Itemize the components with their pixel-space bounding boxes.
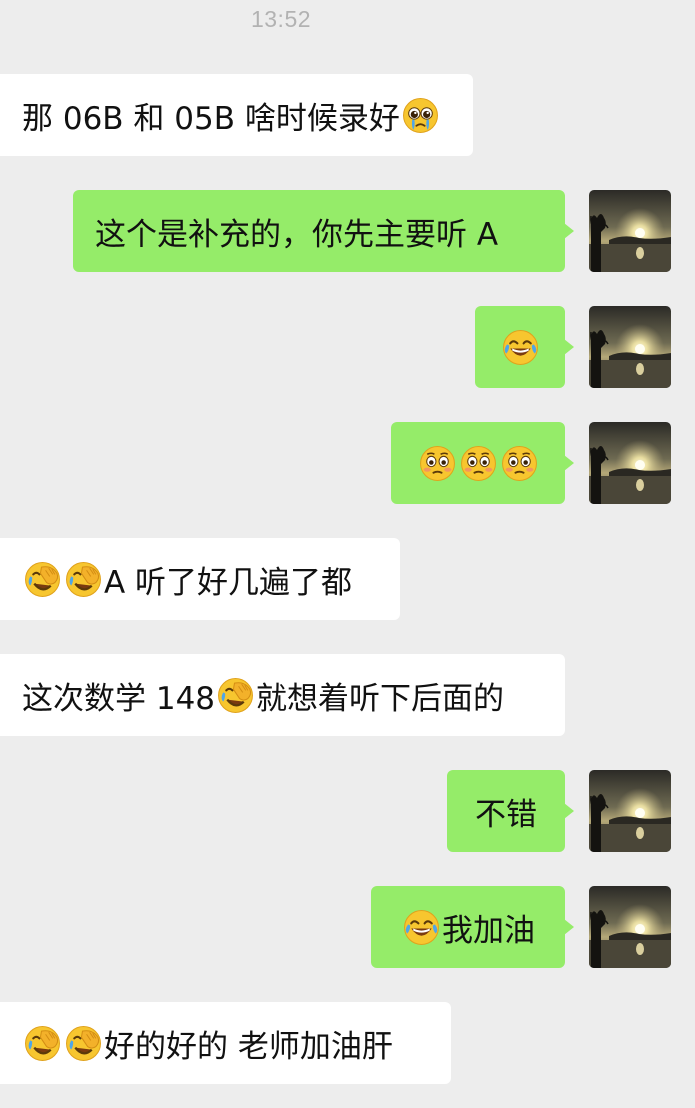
message-text: 这次数学 148 bbox=[22, 680, 216, 717]
facepalm-emoji-icon bbox=[24, 1025, 61, 1062]
message-text: 我加油 bbox=[442, 912, 535, 949]
flushed-emoji-icon bbox=[501, 445, 538, 482]
message-bubble-sent[interactable] bbox=[391, 422, 574, 504]
message-bubble-received[interactable]: 那 06B 和 05B 啥时候录好 bbox=[0, 74, 473, 156]
message-text: 那 06B 和 05B 啥时候录好 bbox=[22, 100, 400, 137]
flushed-emoji-icon bbox=[460, 445, 497, 482]
facepalm-emoji-icon bbox=[65, 1025, 102, 1062]
message-bubble-sent[interactable] bbox=[475, 306, 574, 388]
facepalm-emoji-icon bbox=[65, 561, 102, 598]
pleading-emoji-icon bbox=[402, 97, 439, 134]
avatar[interactable] bbox=[589, 190, 671, 272]
avatar[interactable] bbox=[589, 770, 671, 852]
avatar[interactable] bbox=[589, 422, 671, 504]
message-bubble-sent[interactable]: 这个是补充的，你先主要听 A bbox=[73, 190, 574, 272]
facepalm-emoji-icon bbox=[24, 561, 61, 598]
flushed-emoji-icon bbox=[419, 445, 456, 482]
message-text: 不错 bbox=[475, 796, 537, 833]
message-bubble-received[interactable]: 这次数学 148 就想着听下后面的 bbox=[0, 654, 565, 736]
message-bubble-received[interactable]: A 听了好几遍了都 bbox=[0, 538, 400, 620]
laughing-emoji-icon bbox=[403, 909, 440, 946]
message-bubble-received[interactable]: 好的好的 老师加油肝 bbox=[0, 1002, 451, 1084]
message-timestamp: 13:52 bbox=[250, 6, 312, 32]
message-text: 这个是补充的，你先主要听 A bbox=[95, 216, 499, 253]
message-bubble-sent[interactable]: 不错 bbox=[447, 770, 574, 852]
avatar[interactable] bbox=[589, 306, 671, 388]
message-text: 好的好的 老师加油肝 bbox=[104, 1028, 393, 1065]
message-text: 就想着听下后面的 bbox=[256, 680, 505, 717]
facepalm-emoji-icon bbox=[217, 677, 254, 714]
message-text: A 听了好几遍了都 bbox=[104, 564, 353, 601]
message-bubble-sent[interactable]: 我加油 bbox=[371, 886, 574, 968]
laughing-emoji-icon bbox=[502, 329, 539, 366]
avatar[interactable] bbox=[589, 886, 671, 968]
